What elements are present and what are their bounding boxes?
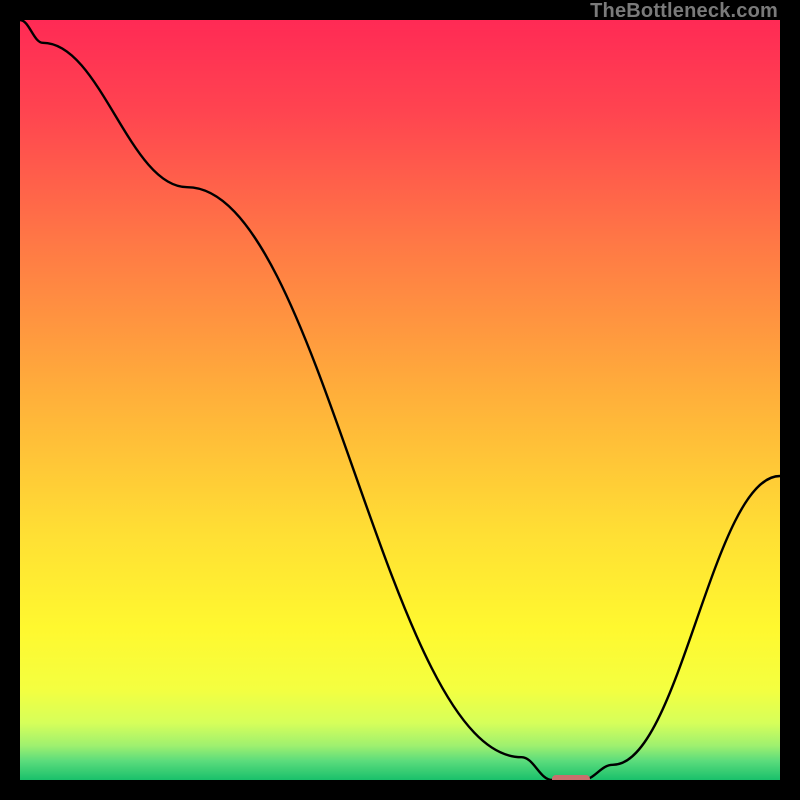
plot-background (20, 20, 780, 780)
optimal-marker (552, 775, 590, 780)
chart-frame (20, 20, 780, 780)
chart-svg (20, 20, 780, 780)
